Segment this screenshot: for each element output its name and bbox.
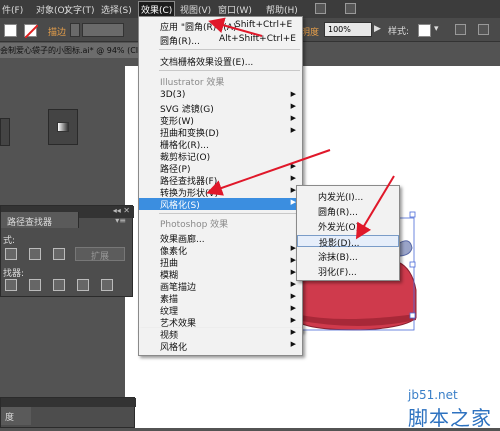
tab-transparency[interactable]: 度 (1, 407, 31, 425)
submenu-arrow-icon: ▶ (290, 174, 296, 182)
minus-front-icon[interactable] (29, 248, 41, 260)
menu-item-crop-marks[interactable]: 裁剪标记(O) (139, 150, 302, 163)
crop-icon[interactable] (77, 279, 89, 291)
menu-item-svg-filters[interactable]: SVG 滤镜(G) ▶ (139, 102, 302, 115)
menu-item-blur[interactable]: 模糊 ▶ (139, 268, 302, 281)
bottom-panel: 度 (0, 397, 136, 428)
illustrator-effects-header: Illustrator 效果 (160, 78, 225, 88)
bag-handle (397, 240, 413, 257)
expand-button[interactable]: 扩展 (75, 247, 125, 262)
menu-item-last-effect[interactable]: 圆角(R)... Alt+Shift+Ctrl+E (139, 34, 302, 47)
menu-item-effect-gallery[interactable]: 效果画廊... (139, 232, 302, 245)
shape-modes-label: 式: (3, 236, 16, 246)
menu-item-distort-transform[interactable]: 扭曲和变换(D) ▶ (139, 126, 302, 139)
menu-item-feather[interactable]: 羽化(F)... (297, 265, 399, 278)
menu-item-texture[interactable]: 纹理 ▶ (139, 304, 302, 317)
pathfinders-label: 找器: (3, 269, 25, 279)
menu-item-pathfinder[interactable]: 路径查找器(F) ▶ (139, 174, 302, 187)
menu-separator (159, 70, 300, 71)
photoshop-effects-header: Photoshop 效果 (160, 220, 229, 230)
pathfinder-panel: ◂◂ ✕ 路径查找器 ▾≡ 式: 扩展 找器: (0, 205, 134, 297)
watermark-name: 脚本之家 (408, 406, 492, 430)
menu-item-video[interactable]: 视频 ▶ (139, 328, 302, 341)
intersect-icon[interactable] (53, 248, 65, 260)
menu-item-3d[interactable]: 3D(3) ▶ (139, 90, 302, 102)
selection-handle (409, 261, 416, 268)
tab-pathfinder[interactable]: 路径查找器 (1, 212, 79, 228)
menu-item-apply-last[interactable]: 应用 "圆角(R)" (A) Shift+Ctrl+E (139, 20, 302, 33)
submenu-arrow-icon: ▶ (290, 280, 296, 288)
submenu-arrow-icon: ▶ (290, 292, 296, 300)
trim-icon[interactable] (29, 279, 41, 291)
submenu-arrow-icon: ▶ (290, 114, 296, 122)
submenu-arrow-icon: ▶ (290, 126, 296, 134)
menu-item-outer-glow[interactable]: 外发光(O)... (297, 220, 399, 233)
menu-item-drop-shadow[interactable]: 投影(D)... (297, 235, 399, 249)
menu-item-inner-glow[interactable]: 内发光(I)... (297, 190, 399, 203)
bottom-panel-header[interactable] (1, 398, 136, 407)
selection-handle (409, 211, 416, 218)
menu-item-convert-to-shape[interactable]: 转换为形状(V) ▶ (139, 186, 302, 199)
menu-separator (159, 49, 300, 50)
watermark-url: jb51.net (408, 388, 458, 402)
menu-item-scribble[interactable]: 涂抹(B)... (297, 250, 399, 263)
submenu-arrow-icon: ▶ (290, 304, 296, 312)
submenu-arrow-icon: ▶ (290, 102, 296, 110)
submenu-arrow-icon: ▶ (290, 90, 296, 98)
menu-item-sketch[interactable]: 素描 ▶ (139, 292, 302, 305)
outline-icon[interactable] (101, 279, 113, 291)
unite-icon[interactable] (5, 248, 17, 260)
menu-item-path[interactable]: 路径(P) ▶ (139, 162, 302, 175)
menu-item-brush-strokes[interactable]: 画笔描边 ▶ (139, 280, 302, 293)
panel-menu-icon[interactable]: ▾≡ (115, 216, 126, 225)
menu-item-artistic[interactable]: 艺术效果 ▶ (139, 316, 302, 329)
divide-icon[interactable] (5, 279, 17, 291)
selection-handle (409, 312, 416, 319)
menu-item-warp[interactable]: 变形(W) ▶ (139, 114, 302, 127)
menu-item-pixelate[interactable]: 像素化 ▶ (139, 244, 302, 257)
submenu-arrow-icon: ▶ (290, 316, 296, 324)
submenu-arrow-icon: ▶ (290, 162, 296, 170)
effect-menu: 应用 "圆角(R)" (A) Shift+Ctrl+E 圆角(R)... Alt… (138, 16, 303, 332)
menu-separator (159, 213, 300, 214)
menu-item-stylize[interactable]: 风格化(S) ▶ (139, 198, 302, 211)
menu-item-rasterize[interactable]: 栅格化(R)... (139, 138, 302, 151)
panel-collapse-icon[interactable]: ◂◂ ✕ (113, 206, 130, 215)
menu-item-raster-settings[interactable]: 文档栅格效果设置(E)... (139, 55, 302, 68)
effect-menu-continued: 视频 ▶ 风格化 ▶ (138, 328, 303, 356)
menu-item-stylize-ps[interactable]: 风格化 ▶ (139, 340, 302, 353)
menu-item-round-corners[interactable]: 圆角(R)... (297, 205, 399, 218)
submenu-arrow-icon: ▶ (290, 340, 296, 348)
menu-item-distort[interactable]: 扭曲 ▶ (139, 256, 302, 269)
submenu-arrow-icon: ▶ (290, 328, 296, 336)
stylize-submenu: 内发光(I)... 圆角(R)... 外发光(O)... 投影(D)... 涂抹… (296, 185, 400, 281)
merge-icon[interactable] (53, 279, 65, 291)
